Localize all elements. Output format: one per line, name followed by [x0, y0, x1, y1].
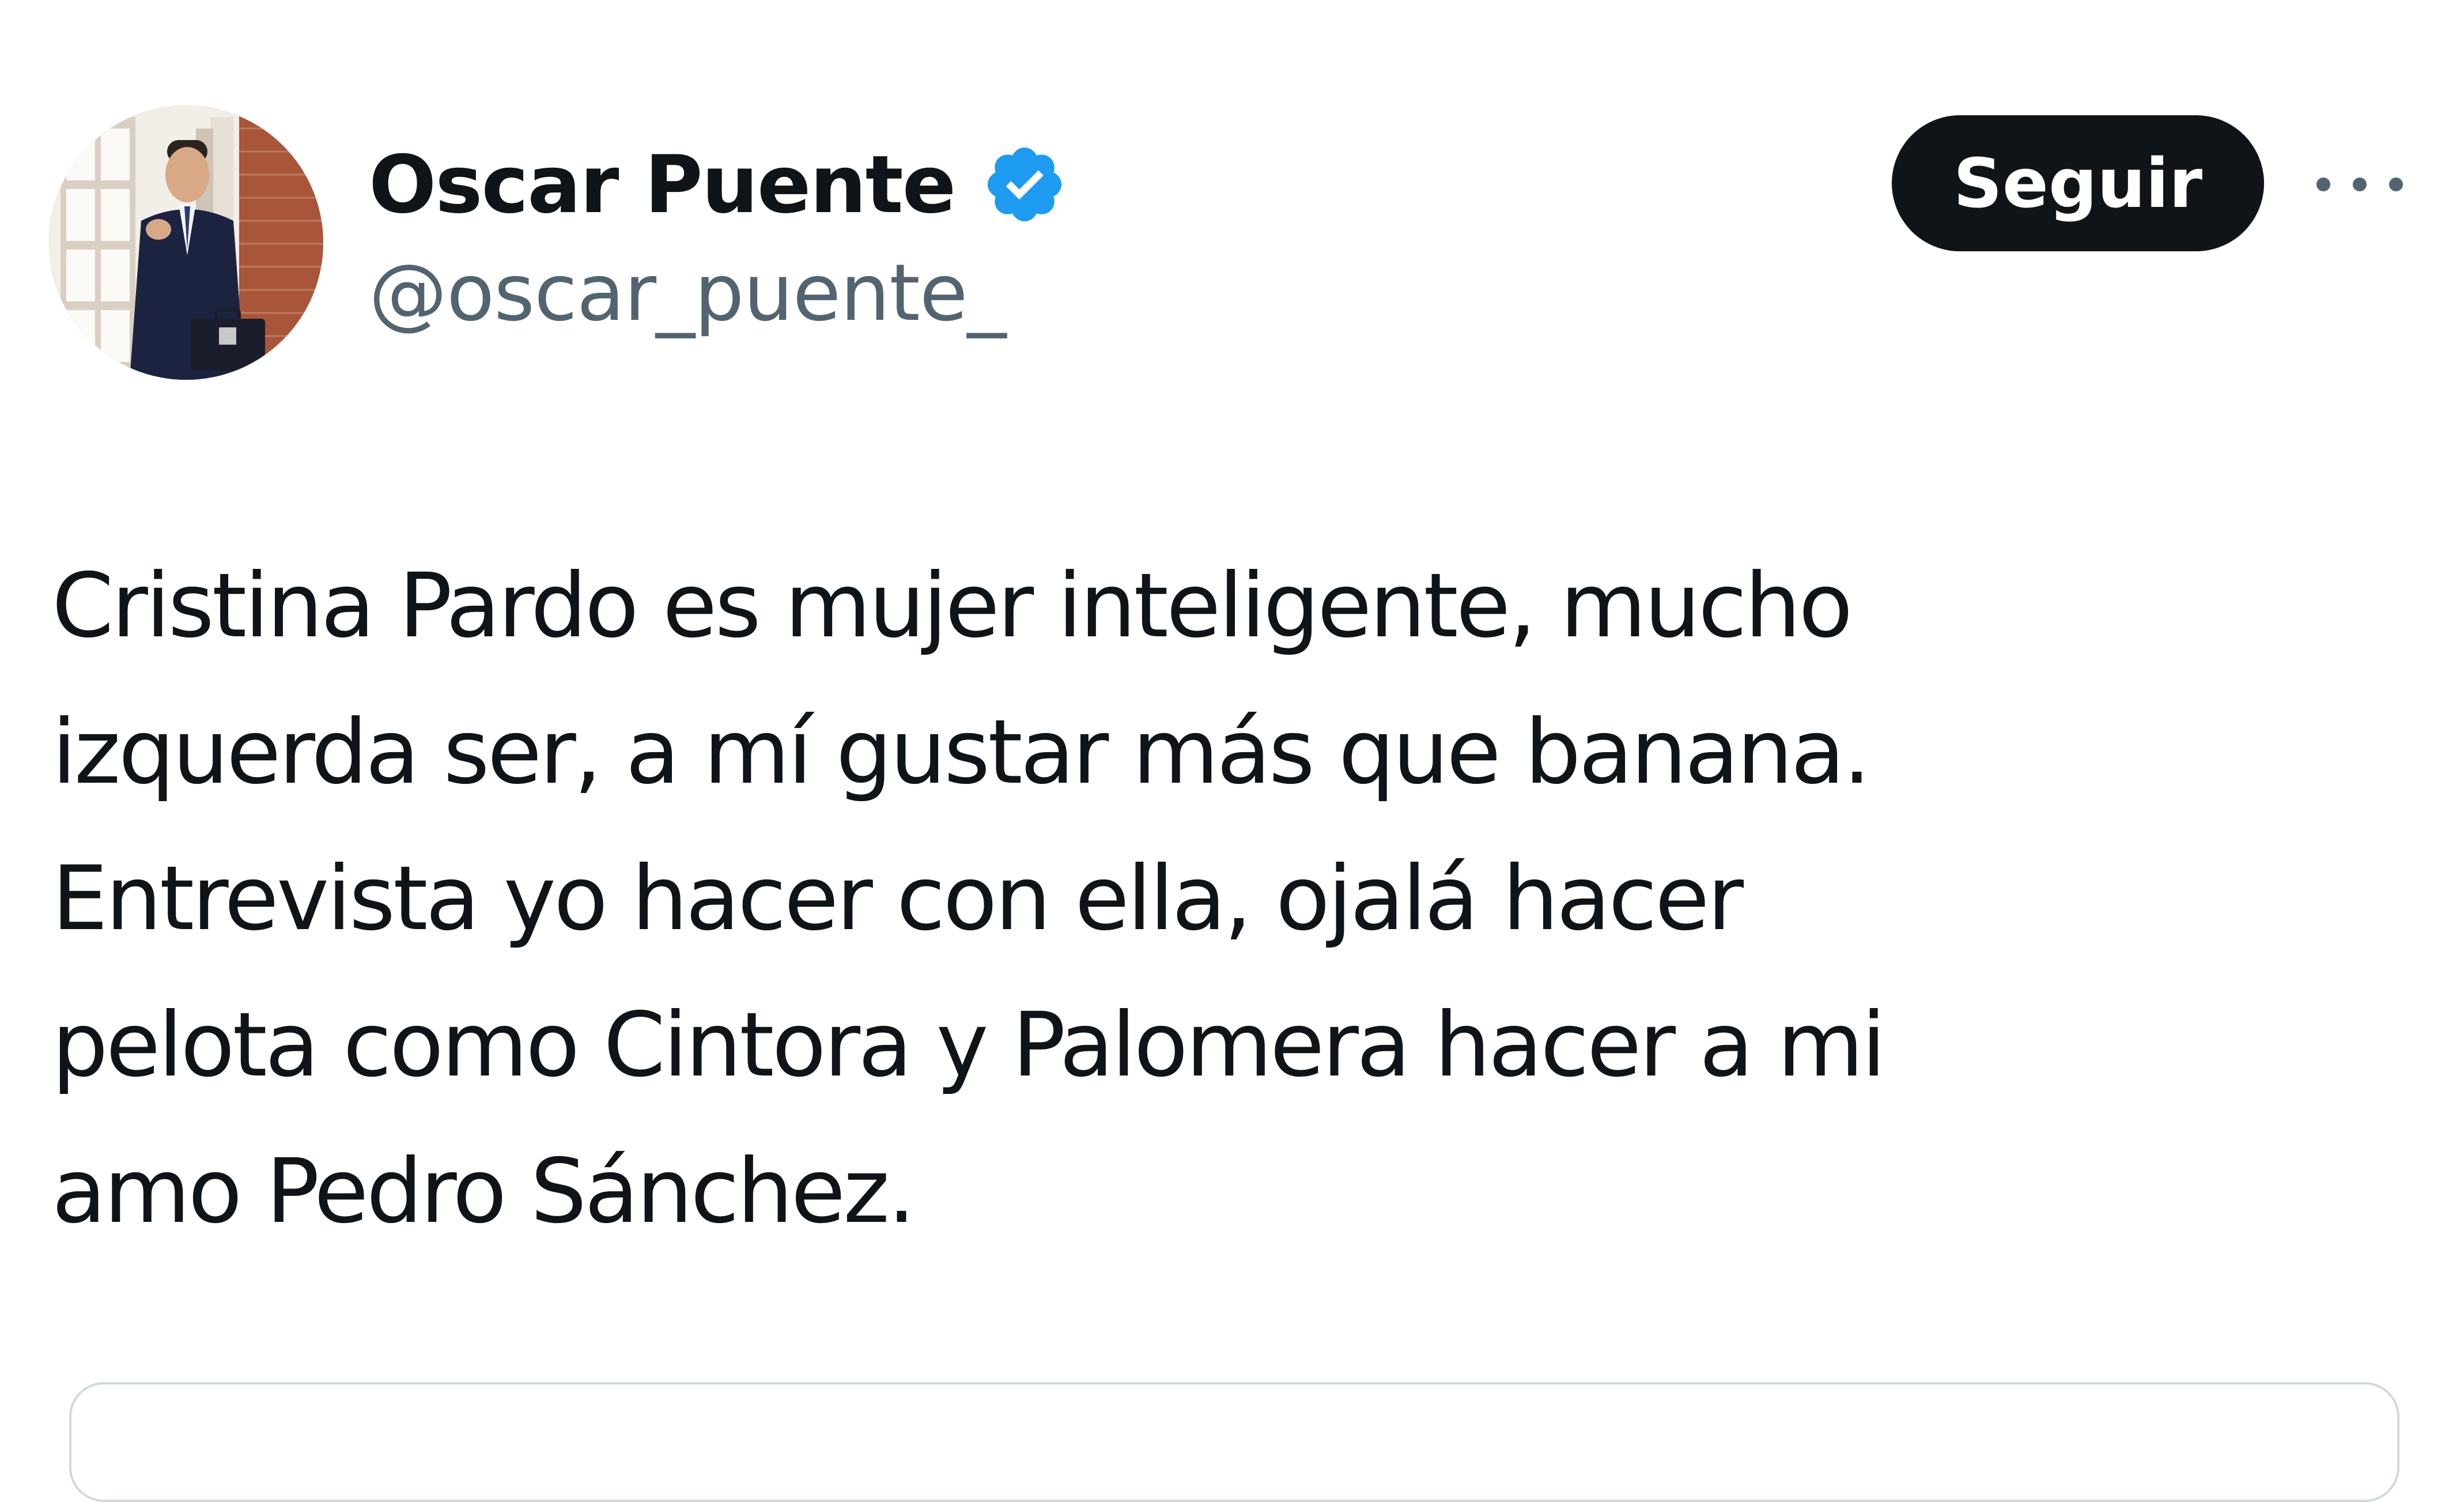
more-dot: [2316, 178, 2330, 191]
verified-badge-icon: [981, 141, 1068, 228]
tweet-text-line: amo Pedro Sánchez.: [52, 1140, 916, 1243]
embedded-card-edge[interactable]: [69, 1382, 2399, 1502]
tweet-text-line: Cristina Pardo es mujer inteligente, muc…: [52, 554, 1853, 658]
author-row: Oscar Puente: [369, 127, 1068, 242]
tweet-text-line: Entrevista yo hacer con ella, ojalá hace…: [52, 847, 1744, 950]
avatar[interactable]: [49, 105, 323, 380]
tweet-text-line: izquerda ser, a mí gustar más que banana…: [52, 701, 1871, 804]
tweet-text-line: pelota como Cintora y Palomera hacer a m…: [52, 994, 1886, 1097]
more-dot: [2353, 178, 2367, 191]
avatar-photo: [49, 105, 323, 380]
more-options-icon[interactable]: [2316, 156, 2403, 213]
follow-button[interactable]: Seguir: [1892, 115, 2264, 251]
tweet-text: Cristina Pardo es mujer inteligente, muc…: [52, 533, 2242, 1265]
display-name[interactable]: Oscar Puente: [369, 138, 956, 231]
user-handle[interactable]: @oscar_puente_: [369, 248, 1006, 339]
tweet-card: Oscar Puente @oscar_puente_ Seguir Crist…: [0, 0, 2464, 1502]
more-dot: [2389, 178, 2403, 191]
